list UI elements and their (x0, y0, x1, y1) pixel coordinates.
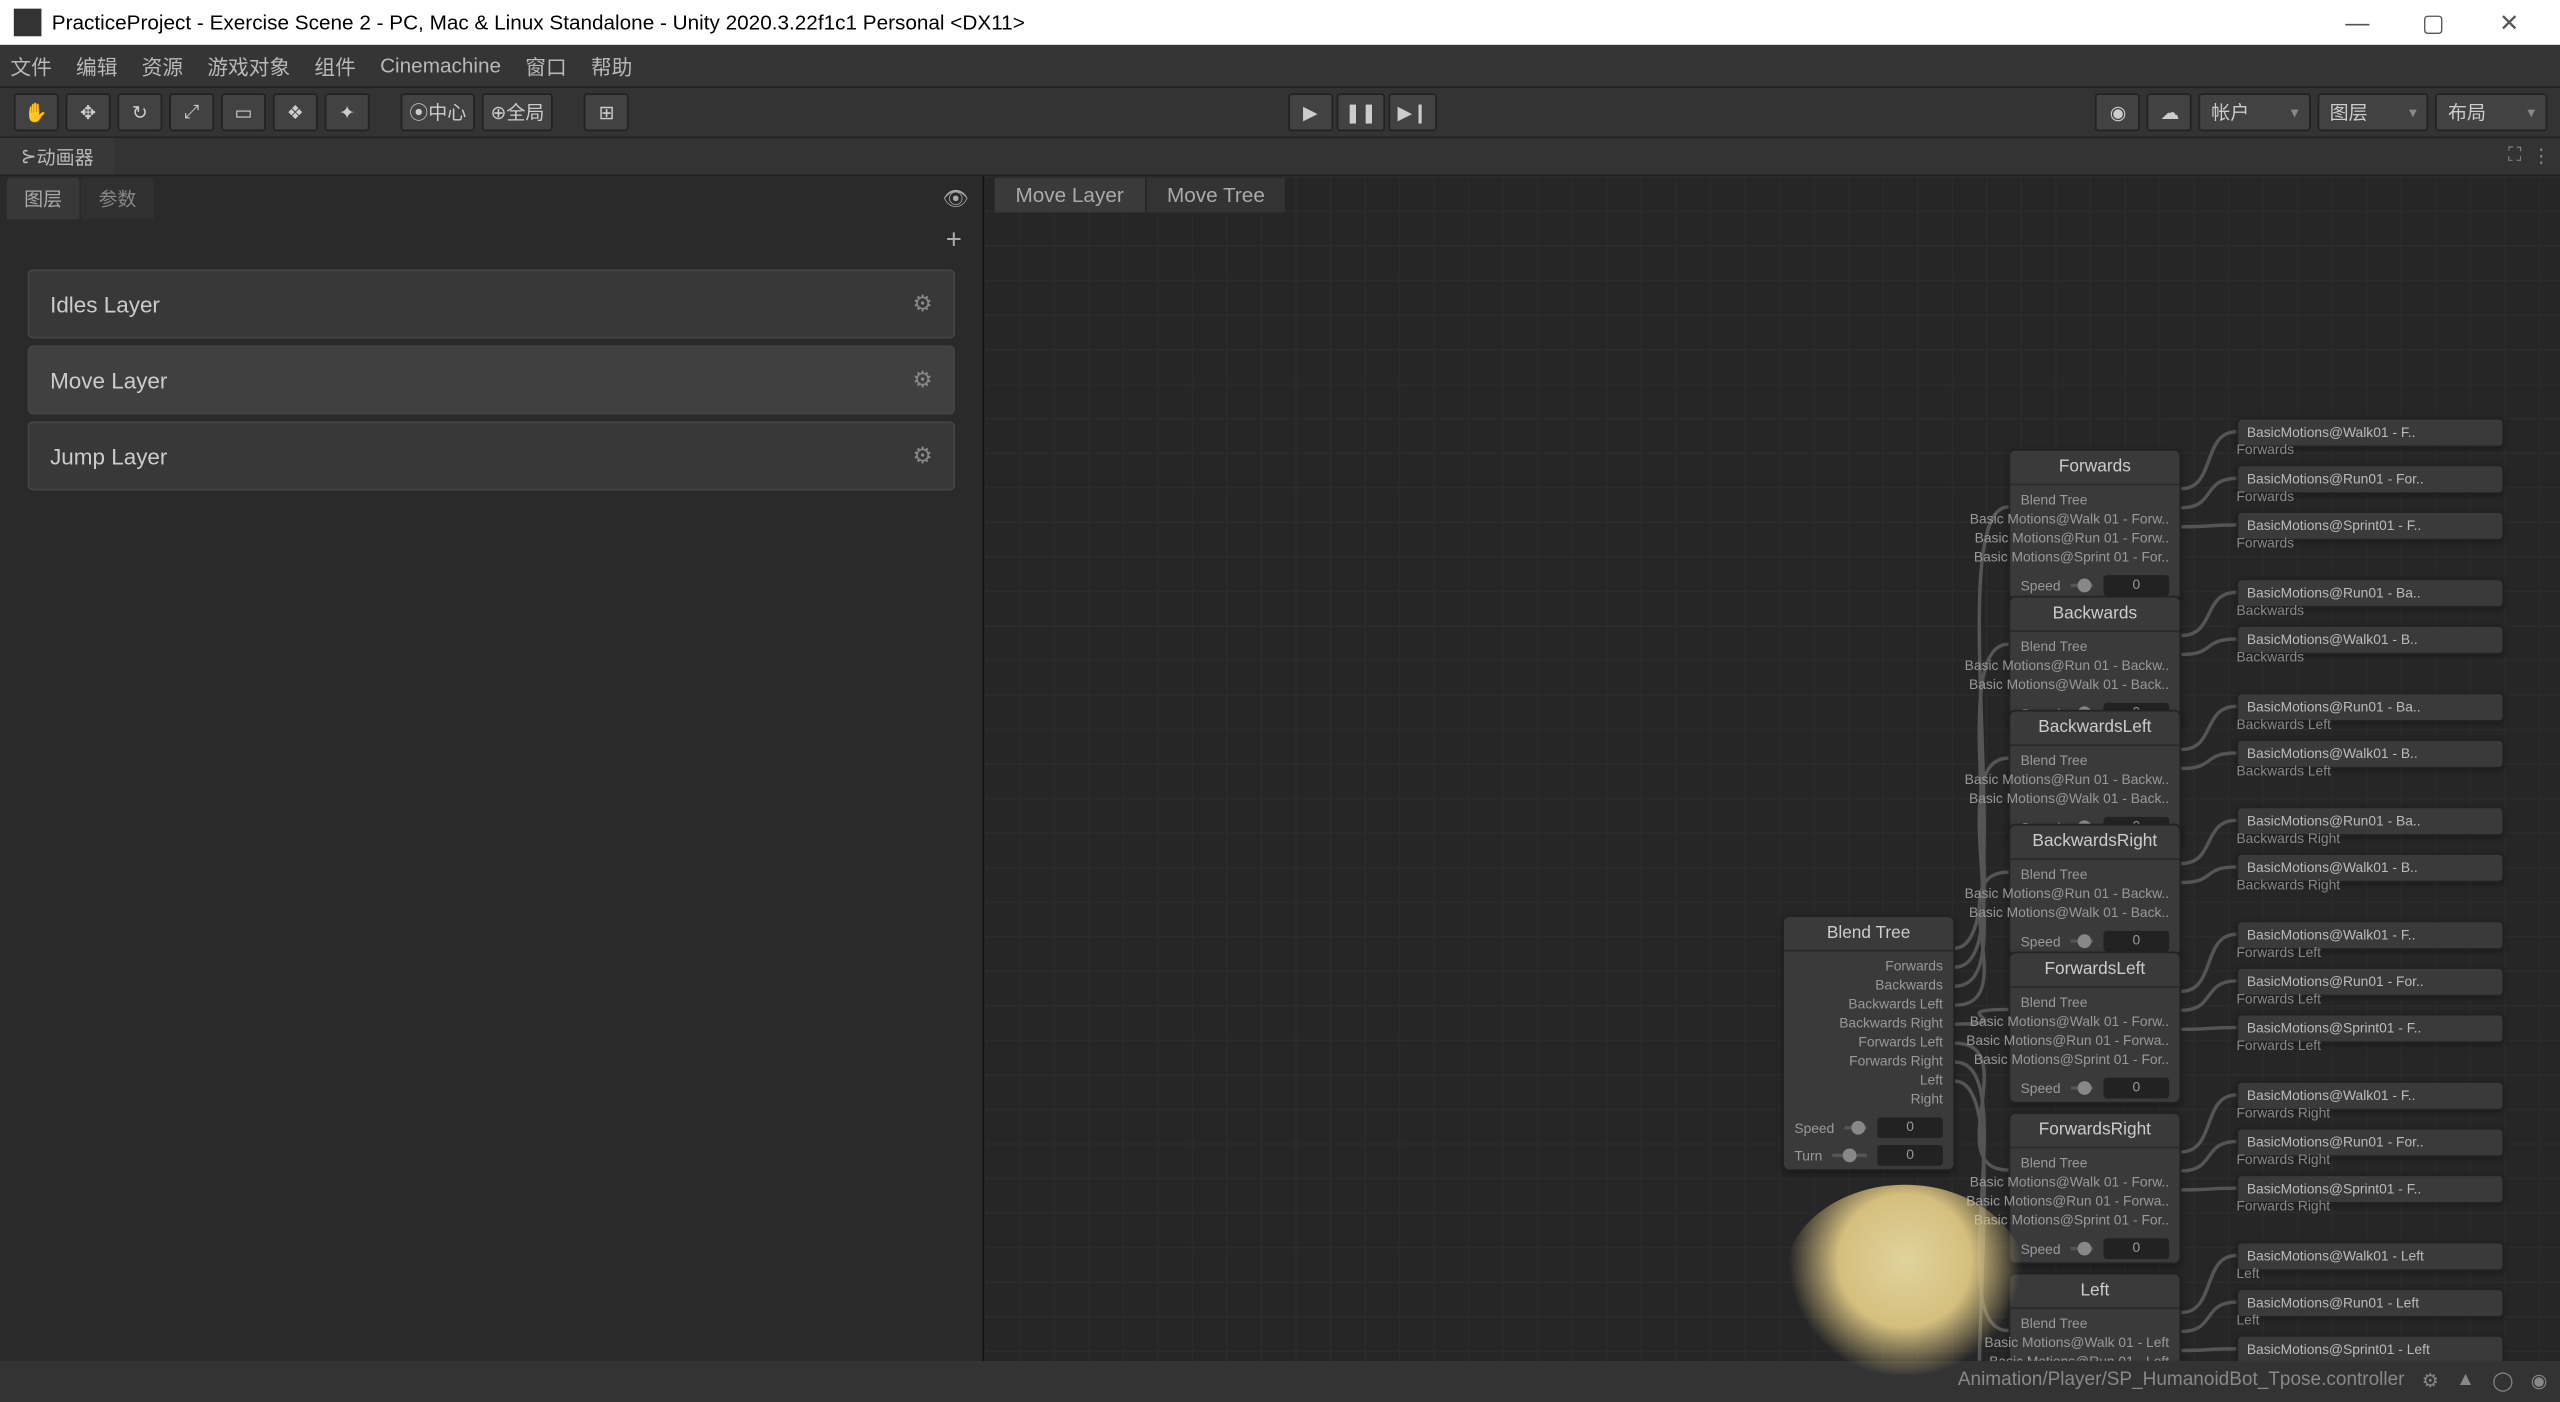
breadcrumb: Move Layer Move Tree (984, 176, 1287, 214)
pivot-toggle[interactable]: ⦿中心 (401, 93, 475, 131)
account-dropdown[interactable]: 帐户 (2199, 93, 2310, 131)
status-bar: Animation/Player/SP_HumanoidBot_Tpose.co… (0, 1361, 2560, 1399)
move-tool[interactable]: ✥ (66, 93, 111, 131)
window-title: PracticeProject - Exercise Scene 2 - PC,… (52, 10, 1025, 34)
leaf-label: Left (2236, 1266, 2259, 1282)
play-button[interactable]: ▶ (1288, 93, 1333, 131)
subtree-forwards[interactable]: ForwardsBlend TreeBasic Motions@Walk 01 … (2009, 449, 2182, 601)
leaf-label: Forwards Left (2236, 1038, 2320, 1054)
toolbar: ✋ ✥ ↻ ⤢ ▭ ❖ ✦ ⦿中心 ⊕全局 ⊞ ▶ ❚❚ ▶❙ ◉ ☁ 帐户 图… (0, 86, 2560, 138)
leaf-label: Left (2236, 1359, 2259, 1361)
motion-leaf[interactable]: BasicMotions@Sprint01 - Left (2236, 1335, 2504, 1361)
crumb-layer[interactable]: Move Layer (995, 178, 1145, 213)
leaf-label: Forwards (2236, 489, 2294, 505)
leaf-label: Forwards (2236, 442, 2294, 458)
leaf-label: Backwards Left (2236, 717, 2330, 733)
subtree-backwardsright[interactable]: BackwardsRightBlend TreeBasic Motions@Ru… (2009, 824, 2182, 957)
layer-row-2[interactable]: Jump Layer⚙ (28, 421, 955, 490)
menu-edit[interactable]: 编辑 (76, 51, 117, 80)
layout-dropdown[interactable]: 布局 (2436, 93, 2547, 131)
status-icon-4[interactable]: ◉ (2531, 1369, 2548, 1391)
menu-assets[interactable]: 资源 (142, 51, 183, 80)
leaf-label: Forwards Right (2236, 1199, 2330, 1215)
params-tab[interactable]: 参数 (81, 178, 154, 219)
menu-bar: 文件 编辑 资源 游戏对象 组件 Cinemachine 窗口 帮助 (0, 45, 2560, 86)
motion-leaf[interactable]: BasicMotions@Walk01 - Left (2236, 1242, 2504, 1271)
leaf-label: Backwards Right (2236, 877, 2340, 893)
root-blend-tree[interactable]: Blend TreeForwardsBackwardsBackwards Lef… (1782, 915, 1955, 1171)
hand-tool[interactable]: ✋ (14, 93, 59, 131)
status-icon-2[interactable]: ▲ (2456, 1370, 2475, 1391)
mascot-overlay (1784, 1185, 2026, 1375)
scale-tool[interactable]: ⤢ (169, 93, 214, 131)
animator-tab[interactable]: ⊱ 动画器 (0, 138, 114, 176)
param-tabs: 图层 参数 👁 (0, 176, 983, 221)
menu-icon[interactable]: ⋮ (2532, 145, 2551, 167)
pause-button[interactable]: ❚❚ (1336, 93, 1385, 131)
maximize-icon[interactable]: ⛶ (2508, 145, 2521, 167)
leaf-label: Backwards Left (2236, 763, 2330, 779)
layer-row-1[interactable]: Move Layer⚙ (28, 345, 955, 414)
cloud-button[interactable]: ☁ (2147, 93, 2192, 131)
leaf-label: Backwards Right (2236, 831, 2340, 847)
layer-row-0[interactable]: Idles Layer⚙ (28, 269, 955, 338)
menu-gameobject[interactable]: 游戏对象 (207, 51, 290, 80)
snap-toggle[interactable]: ⊞ (584, 93, 629, 131)
gear-icon[interactable]: ⚙ (912, 366, 932, 394)
crumb-tree[interactable]: Move Tree (1146, 178, 1285, 213)
custom-tool[interactable]: ✦ (325, 93, 370, 131)
menu-file[interactable]: 文件 (10, 51, 51, 80)
motion-leaf[interactable]: BasicMotions@Run01 - Left (2236, 1288, 2504, 1317)
menu-cinemachine[interactable]: Cinemachine (380, 54, 501, 78)
minimize-button[interactable]: — (2319, 0, 2395, 45)
subtree-forwardsleft[interactable]: ForwardsLeftBlend TreeBasic Motions@Walk… (2009, 952, 2182, 1104)
menu-component[interactable]: 组件 (314, 51, 355, 80)
collab-button[interactable]: ◉ (2096, 93, 2141, 131)
leaf-label: Forwards Left (2236, 945, 2320, 961)
leaf-label: Backwards (2236, 649, 2304, 665)
window-title-bar: PracticeProject - Exercise Scene 2 - PC,… (0, 0, 2560, 45)
rect-tool[interactable]: ▭ (221, 93, 266, 131)
leaf-label: Forwards (2236, 535, 2294, 551)
status-path: Animation/Player/SP_HumanoidBot_Tpose.co… (1958, 1370, 2405, 1391)
global-toggle[interactable]: ⊕全局 (482, 93, 553, 131)
unity-icon (14, 9, 42, 37)
panel-tab-bar: ⊱ 动画器 ⛶ ⋮ (0, 138, 2560, 176)
layers-dropdown[interactable]: 图层 (2318, 93, 2429, 131)
menu-help[interactable]: 帮助 (591, 51, 632, 80)
subtree-left[interactable]: LeftBlend TreeBasic Motions@Walk 01 - Le… (2009, 1273, 2182, 1361)
menu-window[interactable]: 窗口 (525, 51, 566, 80)
layers-panel: 图层 参数 👁 + Idles Layer⚙ Move Layer⚙ Jump La… (0, 176, 984, 1361)
status-icon-1[interactable]: ⚙ (2422, 1369, 2439, 1391)
leaf-label: Forwards Left (2236, 991, 2320, 1007)
status-icon-3[interactable]: ◯ (2492, 1369, 2513, 1391)
close-button[interactable]: ✕ (2471, 0, 2547, 45)
maximize-button[interactable]: ▢ (2395, 0, 2471, 45)
add-layer-button[interactable]: + (0, 221, 983, 262)
step-button[interactable]: ▶❙ (1389, 93, 1437, 131)
layers-tab[interactable]: 图层 (7, 178, 80, 219)
gear-icon[interactable]: ⚙ (912, 290, 932, 318)
subtree-forwardsright[interactable]: ForwardsRightBlend TreeBasic Motions@Wal… (2009, 1112, 2182, 1264)
gear-icon[interactable]: ⚙ (912, 442, 932, 470)
leaf-label: Forwards Right (2236, 1105, 2330, 1121)
animator-graph[interactable]: Move Layer Move Tree Blend TreeForwardsB… (984, 176, 2560, 1361)
leaf-label: Forwards Right (2236, 1152, 2330, 1168)
transform-tool[interactable]: ❖ (273, 93, 318, 131)
leaf-label: Backwards (2236, 603, 2304, 619)
visibility-icon[interactable]: 👁 (943, 187, 969, 211)
rotate-tool[interactable]: ↻ (117, 93, 162, 131)
leaf-label: Left (2236, 1313, 2259, 1329)
